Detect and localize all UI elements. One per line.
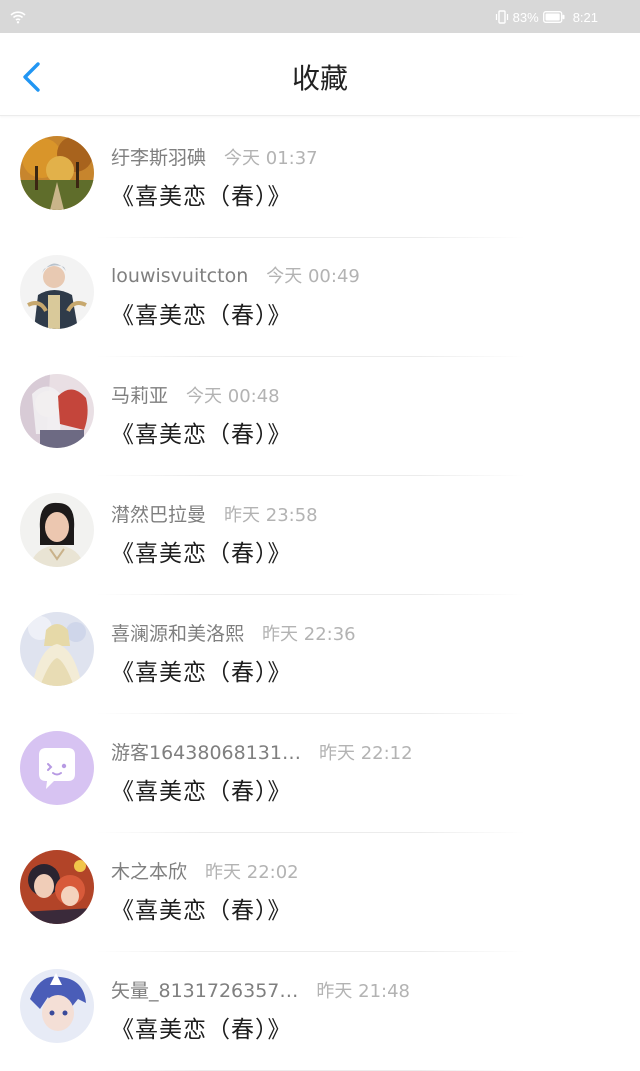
item-meta: louwisvuitcton 今天 00:49 [111, 262, 360, 288]
wifi-icon [10, 11, 26, 24]
avatar-image [20, 255, 94, 329]
status-bar: 83% 8:21 [0, 0, 640, 33]
username[interactable]: louwisvuitcton [111, 265, 248, 287]
avatar[interactable] [20, 612, 94, 686]
battery-icon [542, 11, 565, 23]
username[interactable]: 矢量_8131726357… [111, 976, 298, 1003]
username[interactable]: 马莉亚 [111, 381, 168, 408]
item-meta: 马莉亚 今天 00:48 [111, 381, 280, 408]
timestamp: 今天 01:37 [224, 148, 318, 169]
username[interactable]: 纡李斯羽碘 [111, 143, 206, 170]
status-right: 83% 8:21 [495, 9, 598, 25]
avatar[interactable] [20, 969, 94, 1043]
list-item[interactable]: 纡李斯羽碘 今天 01:37 《喜美恋（春）》 [0, 119, 640, 238]
work-title[interactable]: 《喜美恋（春）》 [111, 772, 292, 806]
vibrate-icon [495, 10, 508, 24]
avatar[interactable] [20, 374, 94, 448]
avatar-image [20, 374, 94, 448]
clock: 8:21 [572, 9, 598, 25]
avatar-image [20, 493, 94, 567]
timestamp: 昨天 23:58 [224, 505, 318, 526]
work-title[interactable]: 《喜美恋（春）》 [111, 653, 292, 687]
username[interactable]: 喜澜源和美洛熙 [111, 619, 244, 646]
username[interactable]: 木之本欣 [111, 857, 187, 884]
work-title[interactable]: 《喜美恋（春）》 [111, 296, 292, 330]
username[interactable]: 潸然巴拉曼 [111, 500, 206, 527]
timestamp: 昨天 22:02 [205, 862, 299, 883]
work-title[interactable]: 《喜美恋（春）》 [111, 177, 292, 211]
list-item[interactable]: 矢量_8131726357… 昨天 21:48 《喜美恋（春）》 [0, 952, 640, 1071]
battery-percent: 83% [512, 9, 539, 25]
item-meta: 木之本欣 昨天 22:02 [111, 857, 299, 884]
list-item[interactable]: 潸然巴拉曼 昨天 23:58 《喜美恋（春）》 [0, 476, 640, 595]
header: 收藏 [0, 33, 640, 116]
avatar-image [20, 136, 94, 210]
avatar[interactable] [20, 493, 94, 567]
list-item[interactable]: 木之本欣 昨天 22:02 《喜美恋（春）》 [0, 833, 640, 952]
timestamp: 昨天 22:36 [262, 624, 356, 645]
list-item[interactable]: louwisvuitcton 今天 00:49 《喜美恋（春）》 [0, 238, 640, 357]
item-meta: 游客16438068131… 昨天 22:12 [111, 738, 413, 765]
work-title[interactable]: 《喜美恋（春）》 [111, 534, 292, 568]
favorites-list: 纡李斯羽碘 今天 01:37 《喜美恋（春）》 louwisvuitcton 今… [0, 119, 640, 1071]
item-meta: 矢量_8131726357… 昨天 21:48 [111, 976, 410, 1003]
username[interactable]: 游客16438068131… [111, 738, 301, 765]
work-title[interactable]: 《喜美恋（春）》 [111, 1010, 292, 1044]
list-item[interactable]: 喜澜源和美洛熙 昨天 22:36 《喜美恋（春）》 [0, 595, 640, 714]
timestamp: 今天 00:48 [186, 386, 280, 407]
work-title[interactable]: 《喜美恋（春）》 [111, 891, 292, 925]
avatar-image [20, 850, 94, 924]
page-title: 收藏 [291, 62, 348, 95]
avatar-image [20, 612, 94, 686]
work-title[interactable]: 《喜美恋（春）》 [111, 415, 292, 449]
avatar[interactable] [20, 850, 94, 924]
timestamp: 昨天 22:12 [318, 743, 413, 764]
avatar-image [20, 969, 94, 1043]
avatar[interactable] [20, 731, 94, 805]
timestamp: 今天 00:49 [266, 266, 360, 287]
guest-avatar-icon [20, 731, 94, 805]
list-item[interactable]: 马莉亚 今天 00:48 《喜美恋（春）》 [0, 357, 640, 476]
item-meta: 喜澜源和美洛熙 昨天 22:36 [111, 619, 356, 646]
list-item[interactable]: 游客16438068131… 昨天 22:12 《喜美恋（春）》 [0, 714, 640, 833]
item-meta: 潸然巴拉曼 昨天 23:58 [111, 500, 318, 527]
timestamp: 昨天 21:48 [316, 981, 410, 1002]
avatar[interactable] [20, 255, 94, 329]
avatar[interactable] [20, 136, 94, 210]
item-meta: 纡李斯羽碘 今天 01:37 [111, 143, 318, 170]
